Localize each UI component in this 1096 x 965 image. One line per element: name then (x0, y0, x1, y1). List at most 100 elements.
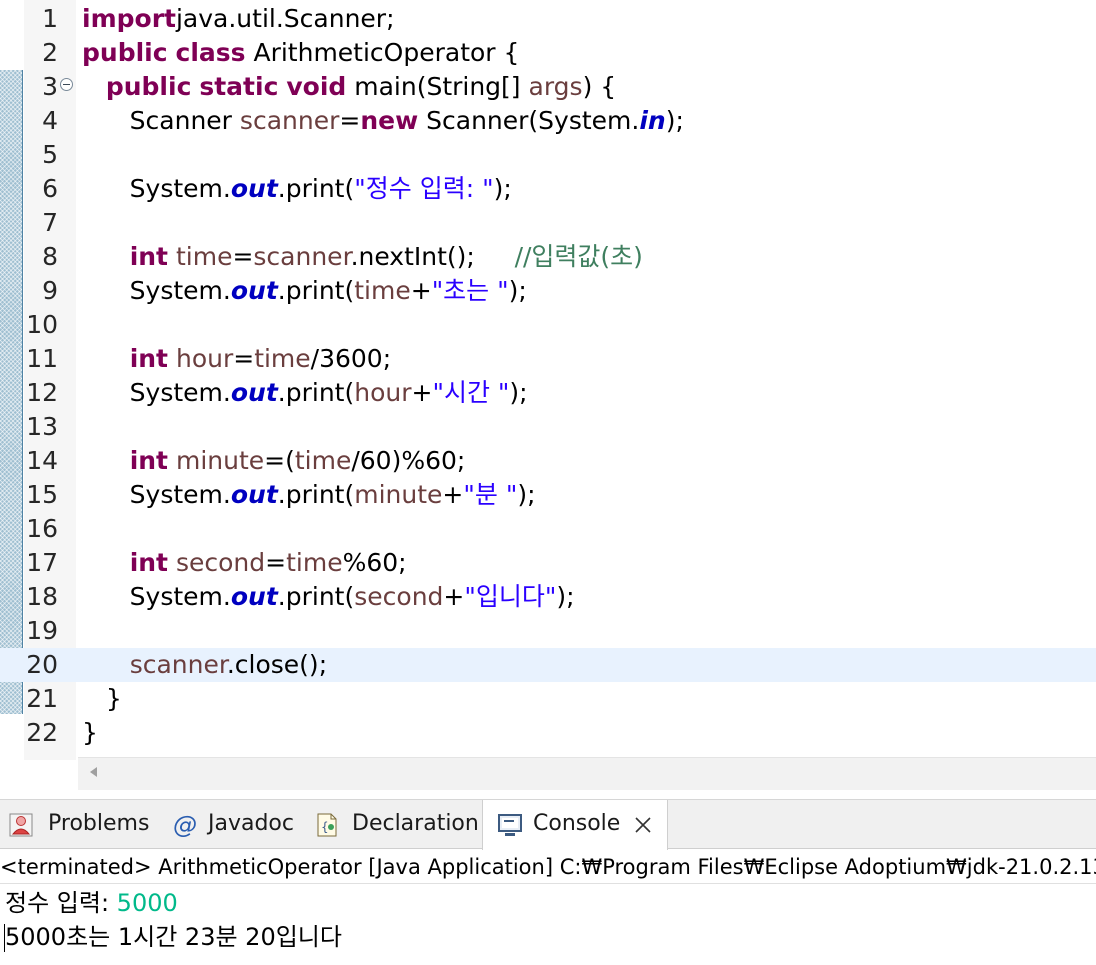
code-line[interactable]: 3 public static void main(String[] args)… (0, 70, 1096, 104)
code-token: time (354, 276, 411, 305)
code-lines: 1 importjava.util.Scanner; 2 public class A… (0, 2, 1096, 750)
line-number: 5 (42, 140, 58, 169)
code-token: .close(); (226, 650, 328, 679)
line-number: 8 (42, 242, 58, 271)
code-line[interactable]: 4 Scanner scanner=new Scanner(System.in)… (0, 104, 1096, 138)
code-token: ); (493, 174, 512, 203)
code-token: time (175, 242, 233, 271)
bottom-panel: Problems @ Javadoc { Declaration Console (0, 790, 1096, 965)
code-line[interactable]: 18 System.out.print(second+"입니다"); (0, 580, 1096, 614)
code-token: args (528, 72, 583, 101)
code-token: + (410, 276, 432, 305)
view-tab-bar: Problems @ Javadoc { Declaration Console (0, 799, 1096, 850)
code-token: int (129, 548, 169, 577)
code-token: "분 " (463, 480, 518, 509)
code-text: System.out.print(minute+"분 "); (82, 478, 536, 512)
console-line[interactable]: 정수 입력: 5000 (5, 886, 178, 920)
code-token: out (230, 174, 278, 203)
code-line[interactable]: 13 (0, 410, 1096, 444)
code-token: public (105, 72, 192, 101)
code-line[interactable]: 9 System.out.print(time+"초는 "); (0, 274, 1096, 308)
code-line[interactable]: 20 scanner.close(); (0, 648, 1096, 682)
tab-console[interactable]: Console (482, 800, 668, 850)
code-token: second (175, 548, 266, 577)
tab-label: Javadoc (208, 811, 294, 836)
code-line[interactable]: 2 public class ArithmeticOperator { (0, 36, 1096, 70)
code-token: ); (665, 106, 684, 135)
code-text: System.out.print(time+"초는 "); (82, 274, 527, 308)
code-text: int minute=(time/60)%60; (82, 444, 466, 478)
code-token: %60; (342, 548, 407, 577)
line-number: 20 (24, 648, 58, 682)
console-prompt: 정수 입력: (5, 889, 117, 917)
line-number: 10 (26, 310, 58, 339)
code-token: int (129, 446, 169, 475)
code-line[interactable]: 1 importjava.util.Scanner; (0, 2, 1096, 36)
code-token: /60)%60; (351, 446, 466, 475)
code-token: time (254, 344, 311, 373)
code-token: "정수 입력: " (354, 174, 494, 203)
code-token: ) { (582, 72, 617, 101)
code-editor[interactable]: 1 importjava.util.Scanner; 2 public class A… (0, 0, 1096, 790)
code-token: System. (82, 378, 231, 407)
code-token: hour (354, 378, 412, 407)
code-token: } (82, 718, 98, 747)
code-text: } (82, 682, 122, 716)
code-line[interactable]: 11 int hour=time/3600; (0, 342, 1096, 376)
code-text: System.out.print(second+"입니다"); (82, 580, 575, 614)
svg-text:{: { (321, 820, 329, 834)
code-line[interactable]: 14 int minute=(time/60)%60; (0, 444, 1096, 478)
code-token: ArithmeticOperator { (245, 38, 520, 67)
code-token: out (230, 378, 278, 407)
console-output-line[interactable]: 5000초는 1시간 23분 20입니다 (5, 920, 342, 954)
code-text: int hour=time/3600; (82, 342, 391, 376)
line-number: 2 (42, 38, 58, 67)
code-line[interactable]: 17 int second=time%60; (0, 546, 1096, 580)
close-icon[interactable] (633, 815, 653, 835)
code-line[interactable]: 8 int time=scanner.nextInt(); //입력값(초) (0, 240, 1096, 274)
code-line[interactable]: 22} (0, 716, 1096, 750)
divider (0, 883, 1096, 884)
code-token: + (442, 480, 464, 509)
horizontal-scrollbar[interactable] (78, 757, 1096, 790)
code-token: .nextInt(); (350, 242, 515, 271)
code-line[interactable]: 7 (0, 206, 1096, 240)
code-token: out (230, 582, 278, 611)
code-token: Scanner (82, 106, 240, 135)
code-text: Scanner scanner=new Scanner(System.in); (82, 104, 684, 138)
code-line[interactable]: 6 System.out.print("정수 입력: "); (0, 172, 1096, 206)
code-token: //입력값(초) (514, 242, 643, 271)
code-token: new (360, 106, 419, 135)
line-number: 16 (26, 514, 58, 543)
line-number: 19 (26, 616, 58, 645)
code-token: public (82, 38, 168, 67)
line-number: 21 (26, 684, 58, 713)
code-line[interactable]: 12 System.out.print(hour+"시간 "); (0, 376, 1096, 410)
code-token: hour (175, 344, 234, 373)
code-line[interactable]: 21 } (0, 682, 1096, 716)
tab-declaration[interactable]: { Declaration (300, 800, 482, 848)
code-token: .print( (277, 480, 355, 509)
line-number: 1 (42, 4, 58, 33)
code-text: System.out.print(hour+"시간 "); (82, 376, 528, 410)
code-line[interactable]: 19 (0, 614, 1096, 648)
tab-label: Problems (48, 811, 150, 836)
console-process-info: <terminated> ArithmeticOperator [Java Ap… (0, 855, 1096, 879)
scroll-left-arrow-icon[interactable] (90, 767, 97, 777)
code-line[interactable]: 5 (0, 138, 1096, 172)
tab-problems[interactable]: Problems (0, 800, 160, 848)
code-line[interactable]: 15 System.out.print(minute+"분 "); (0, 478, 1096, 512)
fold-collapse-icon[interactable] (60, 78, 73, 91)
tab-javadoc[interactable]: @ Javadoc (160, 800, 300, 848)
code-line[interactable]: 10 (0, 308, 1096, 342)
javadoc-icon: @ (173, 811, 197, 839)
code-token: out (230, 480, 278, 509)
line-number: 14 (26, 446, 58, 475)
code-line[interactable]: 16 (0, 512, 1096, 546)
tab-label: Declaration (352, 811, 479, 836)
